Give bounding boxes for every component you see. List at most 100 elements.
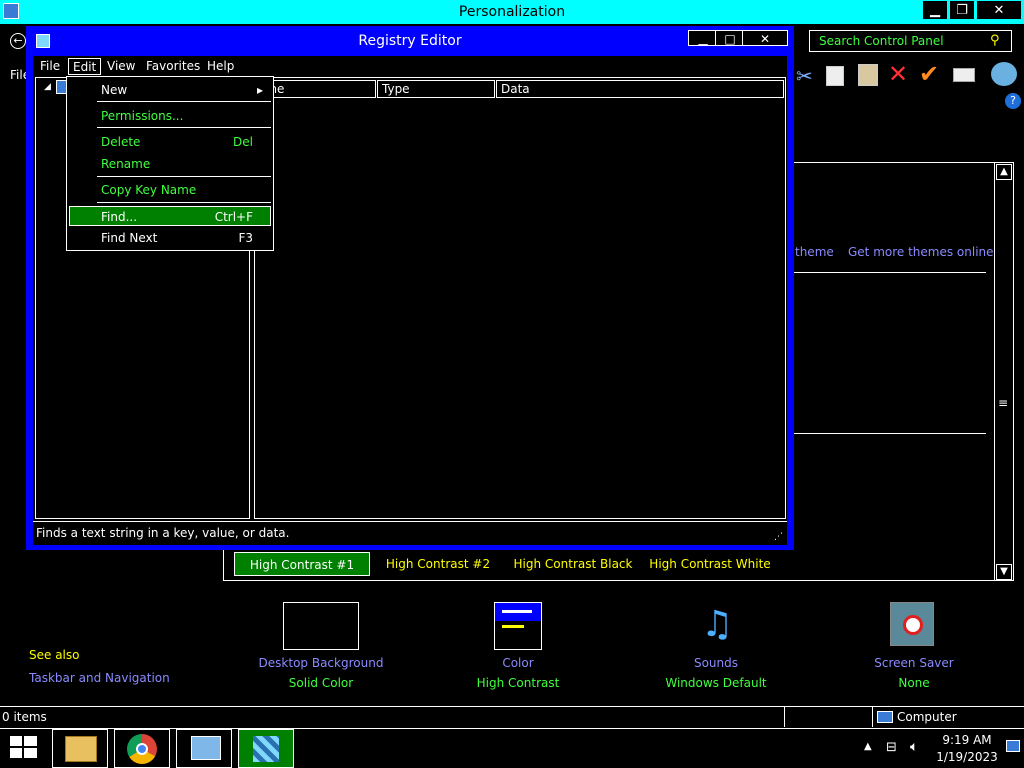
edit-menu-permissions-label: Permissions... xyxy=(101,109,184,123)
screen-saver-subtitle: None xyxy=(898,676,930,690)
globe-icon[interactable] xyxy=(991,62,1017,86)
scroll-down-arrow-icon[interactable]: ▼ xyxy=(996,564,1012,580)
theme-high-contrast-1[interactable]: High Contrast #1 xyxy=(234,552,370,576)
status-separator xyxy=(784,707,785,727)
divider xyxy=(794,433,986,434)
restore-button[interactable]: ❐ xyxy=(949,0,975,20)
clock-time[interactable]: 9:19 AM xyxy=(936,733,998,747)
reg-menu-view[interactable]: View xyxy=(103,58,139,75)
menu-separator xyxy=(97,202,271,203)
menu-separator xyxy=(97,176,271,177)
menu-separator xyxy=(97,127,271,128)
screen-saver-icon[interactable] xyxy=(890,602,934,646)
edit-menu-find-next-label: Find Next xyxy=(101,231,158,245)
color-icon[interactable] xyxy=(494,602,542,650)
properties-icon[interactable] xyxy=(953,68,975,82)
edit-menu-rename[interactable]: Rename xyxy=(67,154,273,174)
theme-high-contrast-2[interactable]: High Contrast #2 xyxy=(378,552,498,576)
reg-menu-favorites[interactable]: Favorites xyxy=(142,58,204,75)
taskbar-registry-editor[interactable] xyxy=(238,729,294,768)
copy-icon[interactable] xyxy=(826,66,844,86)
explorer-status-bar xyxy=(0,706,1024,728)
registry-status-bar: Finds a text string in a key, value, or … xyxy=(33,521,787,543)
edit-menu-new[interactable]: New ▸ xyxy=(67,80,273,100)
status-separator xyxy=(872,707,873,727)
theme-link[interactable]: theme xyxy=(795,245,834,259)
taskbar-navigation-link[interactable]: Taskbar and Navigation xyxy=(29,671,170,685)
chrome-icon xyxy=(127,734,157,764)
edit-menu-rename-label: Rename xyxy=(101,157,151,171)
themes-vertical-scrollbar[interactable] xyxy=(994,162,1014,581)
network-icon[interactable]: ⊟ xyxy=(886,740,897,755)
color-subtitle: High Contrast xyxy=(476,676,560,690)
get-more-themes-link[interactable]: Get more themes online xyxy=(848,245,994,259)
minimize-button[interactable]: ▁ xyxy=(922,0,948,20)
edit-menu-find-next-shortcut: F3 xyxy=(238,231,253,245)
screen-saver-title[interactable]: Screen Saver xyxy=(834,656,994,670)
edit-menu-delete[interactable]: Delete Del xyxy=(67,132,273,152)
reg-menu-help[interactable]: Help xyxy=(203,58,238,75)
edit-menu-copy-key-name-label: Copy Key Name xyxy=(101,183,197,197)
taskbar-file-explorer[interactable] xyxy=(52,729,108,768)
see-also-heading: See also xyxy=(29,648,80,662)
column-name[interactable]: Name xyxy=(256,80,376,98)
registry-values-pane[interactable] xyxy=(254,77,786,519)
reg-menu-file[interactable]: File xyxy=(36,58,64,75)
computer-icon xyxy=(877,711,893,723)
menu-separator xyxy=(97,101,271,102)
sounds-icon[interactable]: ♫ xyxy=(694,602,740,648)
search-icon[interactable]: ⚲ xyxy=(990,33,1000,48)
submenu-arrow-icon: ▸ xyxy=(256,83,263,97)
desktop-background-subtitle: Solid Color xyxy=(288,676,354,690)
registry-maximize-button[interactable]: □ xyxy=(715,30,745,46)
divider xyxy=(794,272,986,273)
help-icon[interactable]: ? xyxy=(1005,93,1021,109)
edit-menu-find-shortcut: Ctrl+F xyxy=(214,210,253,224)
sounds-title[interactable]: Sounds xyxy=(636,656,796,670)
cut-icon[interactable]: ✂ xyxy=(796,64,813,88)
clock-date[interactable]: 1/19/2023 xyxy=(936,750,998,764)
edit-menu-find-next[interactable]: Find Next F3 xyxy=(67,228,273,248)
desktop-background-title[interactable]: Desktop Background xyxy=(240,656,402,670)
folder-icon xyxy=(65,736,97,762)
desktop-background-icon[interactable] xyxy=(283,602,359,650)
registry-minimize-button[interactable]: ▁ xyxy=(688,30,718,46)
back-arrow-icon[interactable]: ← xyxy=(10,33,26,49)
item-count: 0 items xyxy=(2,710,47,724)
registry-editor-title: Registry Editor xyxy=(358,33,462,49)
color-title[interactable]: Color xyxy=(440,656,596,670)
taskbar-chrome[interactable] xyxy=(114,729,170,768)
paste-icon[interactable] xyxy=(858,64,878,86)
registry-close-button[interactable]: ✕ xyxy=(742,30,788,46)
registry-taskbar-icon xyxy=(253,736,279,762)
control-panel-taskbar-icon xyxy=(191,736,221,760)
edit-menu-copy-key-name[interactable]: Copy Key Name xyxy=(67,180,273,200)
edit-menu-permissions[interactable]: Permissions... xyxy=(67,106,273,126)
taskbar-control-panel[interactable] xyxy=(176,729,232,768)
show-hidden-icons-icon[interactable]: ▲ xyxy=(864,741,872,752)
edit-menu-new-label: New xyxy=(101,83,128,97)
search-placeholder: Search Control Panel xyxy=(819,34,944,48)
scroll-thumb[interactable]: ≡ xyxy=(998,396,1008,410)
edit-menu-delete-shortcut: Del xyxy=(233,135,253,149)
personalization-window-title: Personalization xyxy=(458,4,566,20)
action-center-icon[interactable] xyxy=(1006,740,1020,752)
theme-high-contrast-black[interactable]: High Contrast Black xyxy=(508,552,638,576)
scroll-up-arrow-icon[interactable]: ▲ xyxy=(996,164,1012,180)
windows-start-icon[interactable] xyxy=(10,736,38,760)
column-data[interactable]: Data xyxy=(496,80,784,98)
search-control-panel-input[interactable]: Search Control Panel xyxy=(809,30,1012,52)
resize-grip-icon[interactable]: ⋰ xyxy=(774,532,783,542)
close-button[interactable]: ✕ xyxy=(976,0,1022,20)
edit-menu-find[interactable]: Find... Ctrl+F xyxy=(69,206,271,226)
column-type[interactable]: Type xyxy=(377,80,495,98)
checkmark-icon[interactable]: ✔ xyxy=(919,60,939,88)
delete-icon[interactable]: ✕ xyxy=(888,60,908,88)
theme-high-contrast-white[interactable]: High Contrast White xyxy=(646,552,774,576)
sounds-subtitle: Windows Default xyxy=(665,676,767,690)
location-label: Computer xyxy=(897,710,957,724)
reg-menu-edit[interactable]: Edit xyxy=(68,58,102,75)
edit-menu-delete-label: Delete xyxy=(101,135,141,149)
volume-icon[interactable]: 🔈︎ xyxy=(910,739,918,755)
tree-expand-icon[interactable]: ◢ xyxy=(44,82,51,92)
